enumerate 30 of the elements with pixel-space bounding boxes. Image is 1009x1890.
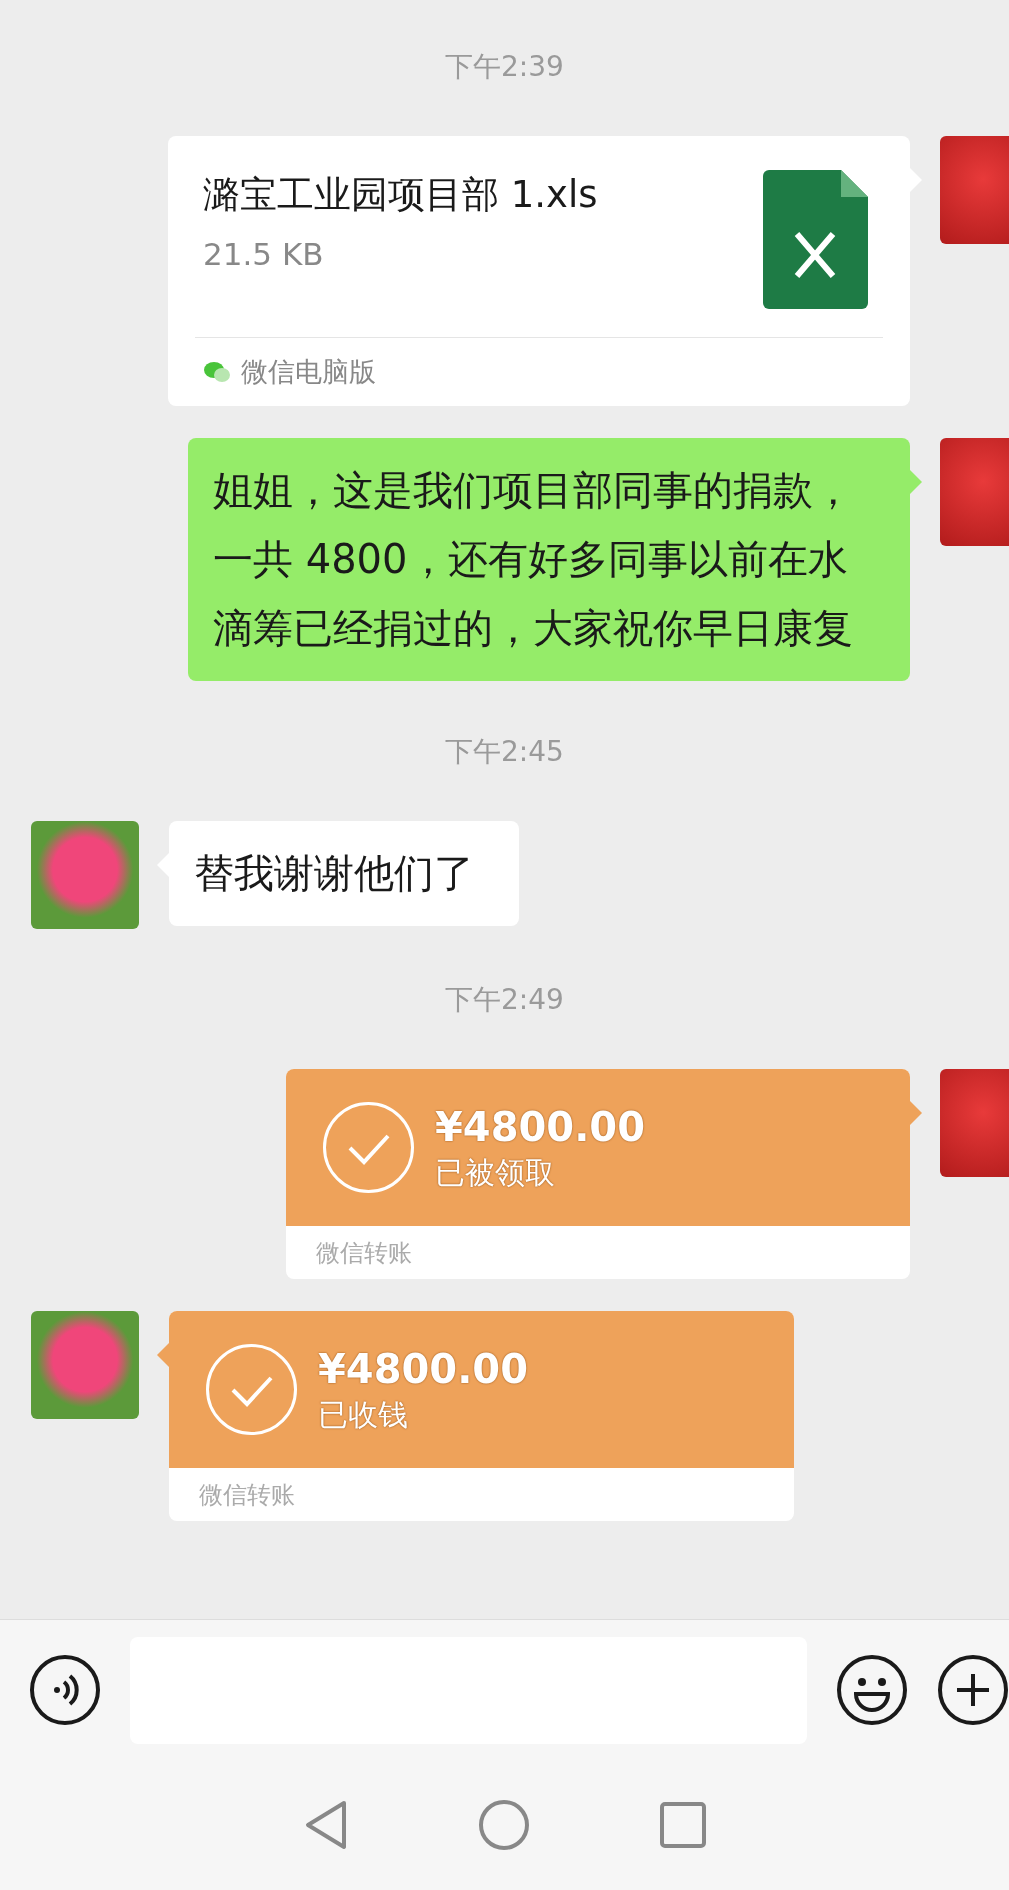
recents-button[interactable] (659, 1802, 706, 1848)
voice-button[interactable] (29, 1654, 101, 1726)
message-bubble: 替我谢谢他们了 (169, 821, 519, 926)
transfer-status: 已收钱 (318, 1395, 409, 1434)
transfer-amount: ¥4800.00 (435, 1102, 646, 1152)
emoji-button[interactable] (836, 1654, 908, 1726)
home-button[interactable] (477, 1799, 530, 1851)
add-button[interactable] (937, 1654, 1009, 1726)
check-circle-icon (322, 1101, 415, 1194)
bubble-tail (157, 1343, 169, 1367)
timestamp: 下午2:45 (445, 734, 564, 770)
check-circle-icon (205, 1343, 298, 1436)
file-name: 潞宝工业园项目部 1.xls (203, 172, 598, 218)
spreadsheet-file-icon (763, 170, 868, 309)
back-button[interactable] (303, 1800, 348, 1850)
file-card[interactable]: 潞宝工业园项目部 1.xls 21.5 KB 微信电脑版 (168, 136, 910, 406)
transfer-label: 微信转账 (315, 1237, 413, 1269)
chat-bubbles-icon (203, 360, 231, 384)
transfer-label: 微信转账 (198, 1479, 296, 1511)
bubble-tail (910, 470, 922, 494)
timestamp: 下午2:49 (445, 982, 564, 1018)
bubble-tail (910, 1101, 922, 1125)
transfer-card[interactable]: ¥4800.00 已收钱 微信转账 (169, 1311, 794, 1521)
timestamp: 下午2:39 (445, 49, 564, 85)
transfer-card[interactable]: ¥4800.00 已被领取 微信转账 (286, 1069, 910, 1279)
message-bubble: 姐姐，这是我们项目部同事的捐款，一共 4800，还有好多同事以前在水滴筹已经捐过的，大家祝你早日康复 (188, 438, 910, 681)
file-size: 21.5 KB (203, 235, 325, 274)
transfer-amount: ¥4800.00 (318, 1344, 529, 1394)
file-source: 微信电脑版 (241, 355, 376, 389)
transfer-status: 已被领取 (435, 1153, 556, 1192)
